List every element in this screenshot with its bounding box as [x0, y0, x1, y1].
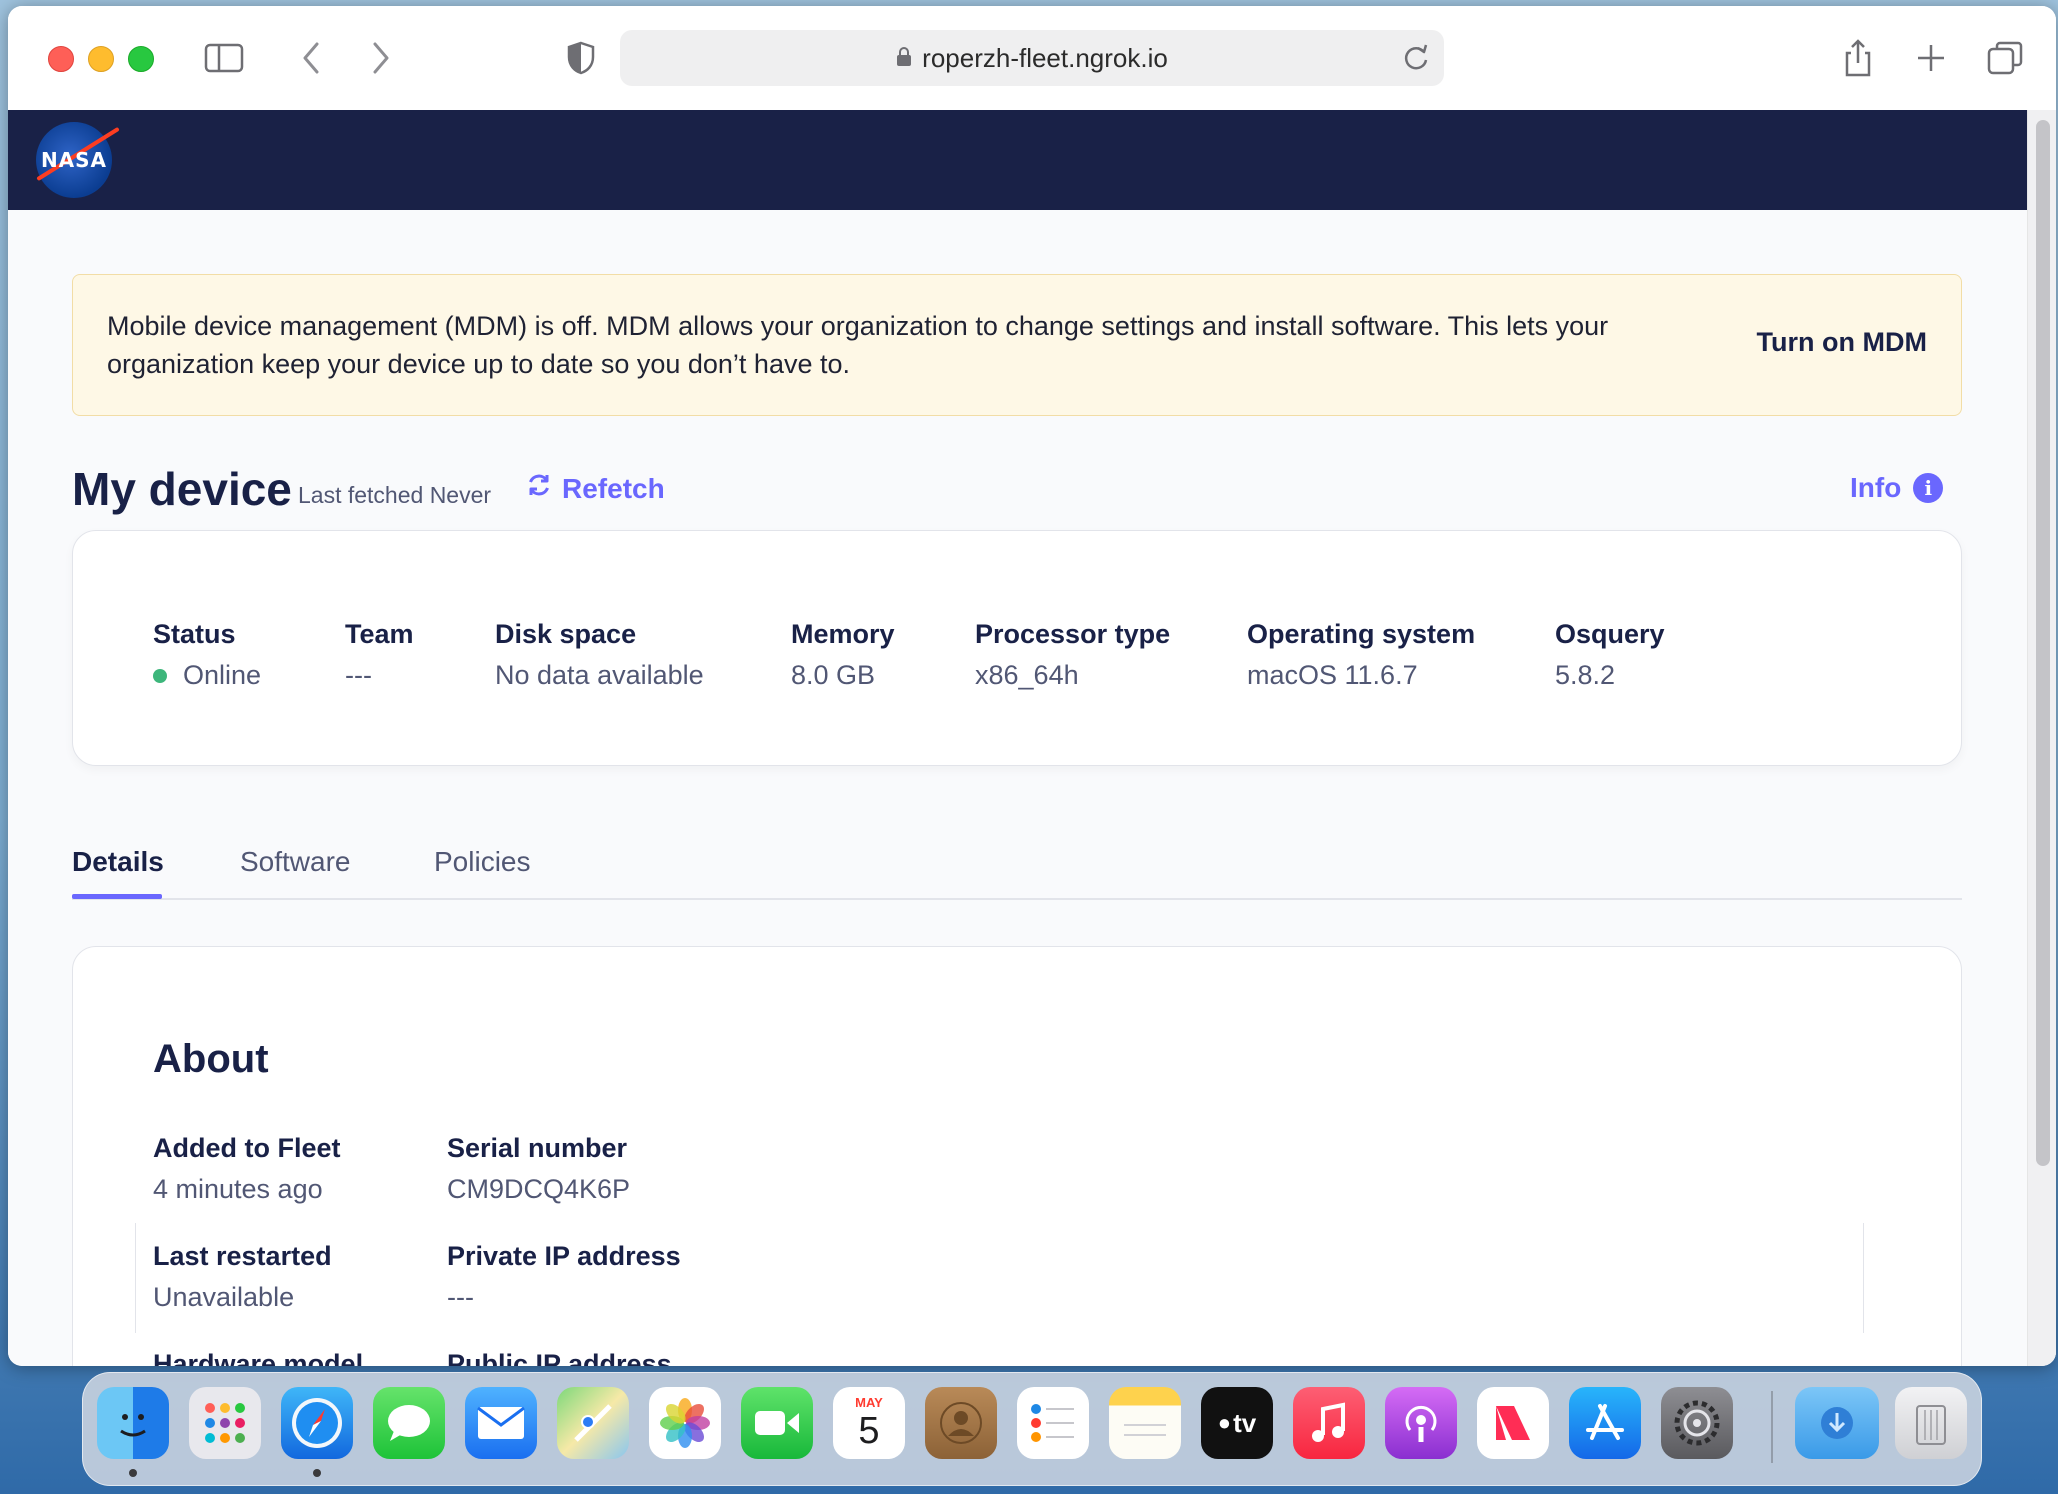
- minimize-window-button[interactable]: [88, 46, 114, 72]
- system-preferences-icon[interactable]: [1661, 1387, 1733, 1459]
- last-fetched-text: Last fetched Never: [298, 482, 492, 508]
- device-summary-card: Status Online Team --- Disk space No dat…: [72, 530, 1962, 766]
- finder-icon[interactable]: [97, 1387, 169, 1459]
- team-stat: Team ---: [345, 619, 414, 690]
- photos-icon[interactable]: [649, 1387, 721, 1459]
- nasa-logo[interactable]: NASA: [36, 122, 120, 198]
- running-indicator: [129, 1469, 137, 1477]
- podcasts-icon[interactable]: [1385, 1387, 1457, 1459]
- status-stat: Status Online: [153, 619, 262, 690]
- tab-software[interactable]: Software: [240, 846, 351, 878]
- sidebar-toggle-icon[interactable]: [202, 36, 246, 80]
- osquery-stat: Osquery 5.8.2: [1555, 619, 1665, 690]
- music-icon[interactable]: [1293, 1387, 1365, 1459]
- added-to-fleet-field: Added to Fleet 4 minutes ago: [153, 1133, 341, 1204]
- page-content: NASA Mobile device management (MDM) is o…: [8, 110, 2056, 1366]
- refetch-label: Refetch: [562, 472, 665, 504]
- online-status-icon: [153, 668, 167, 683]
- about-title: About: [153, 1037, 269, 1081]
- page-title: My device: [72, 463, 292, 515]
- hardware-model-field: Hardware model: [153, 1349, 364, 1366]
- close-window-button[interactable]: [48, 46, 74, 72]
- contacts-icon[interactable]: [925, 1387, 997, 1459]
- privacy-shield-icon[interactable]: [564, 36, 598, 80]
- calendar-day: 5: [858, 1410, 880, 1452]
- new-tab-icon[interactable]: [1914, 36, 1948, 80]
- mdm-banner-message: Mobile device management (MDM) is off. M…: [107, 311, 1609, 379]
- refresh-icon: [526, 472, 552, 505]
- zoom-window-button[interactable]: [128, 46, 154, 72]
- dock-separator: [1771, 1391, 1773, 1463]
- share-icon[interactable]: [1840, 36, 1876, 80]
- back-icon[interactable]: [296, 36, 326, 80]
- processor-stat: Processor type x86_64h: [975, 619, 1171, 690]
- app-store-icon[interactable]: [1569, 1387, 1641, 1459]
- os-stat: Operating system macOS 11.6.7: [1247, 619, 1476, 690]
- last-restarted-field: Last restarted Unavailable: [153, 1241, 332, 1312]
- turn-on-mdm-button[interactable]: Turn on MDM: [1757, 327, 1927, 358]
- safari-icon[interactable]: [281, 1387, 353, 1459]
- refetch-button[interactable]: Refetch: [526, 472, 665, 505]
- about-card: About Added to Fleet 4 minutes ago Seria…: [72, 946, 1962, 1366]
- disk-space-value: No data available: [495, 660, 704, 690]
- maps-icon[interactable]: [557, 1387, 629, 1459]
- mdm-banner: Mobile device management (MDM) is off. M…: [72, 274, 1962, 416]
- tab-policies[interactable]: Policies: [434, 846, 530, 878]
- tv-label: tv: [1233, 1407, 1257, 1438]
- mail-icon[interactable]: [465, 1387, 537, 1459]
- address-bar[interactable]: roperzh-fleet.ngrok.io: [620, 30, 1444, 86]
- osquery-value: 5.8.2: [1555, 660, 1616, 690]
- calendar-icon[interactable]: MAY 5: [833, 1387, 905, 1459]
- forward-icon[interactable]: [366, 36, 396, 80]
- running-indicator: [313, 1469, 321, 1477]
- divider: [1863, 1223, 1864, 1333]
- facetime-icon[interactable]: [741, 1387, 813, 1459]
- team-value: ---: [345, 660, 372, 690]
- apple-tv-icon[interactable]: ● tv: [1201, 1387, 1273, 1459]
- calendar-month: MAY: [855, 1395, 883, 1410]
- scrollbar-thumb[interactable]: [2036, 120, 2050, 1166]
- tab-overview-icon[interactable]: [1986, 36, 2024, 80]
- lock-icon: [896, 43, 912, 74]
- disk-space-stat: Disk space No data available: [495, 619, 704, 690]
- info-button[interactable]: Info i: [1850, 472, 1944, 504]
- public-ip-field: Public IP address: [447, 1349, 672, 1366]
- notes-icon[interactable]: [1109, 1387, 1181, 1459]
- top-navbar: NASA: [8, 110, 2028, 210]
- launchpad-icon[interactable]: [189, 1387, 261, 1459]
- memory-stat: Memory 8.0 GB: [791, 619, 895, 690]
- messages-icon[interactable]: [373, 1387, 445, 1459]
- browser-window: roperzh-fleet.ngrok.io NASA Mobile devic…: [8, 6, 2056, 1366]
- page-scrollbar[interactable]: [2027, 110, 2056, 1366]
- status-value: Online: [183, 660, 262, 690]
- downloads-folder-icon[interactable]: [1795, 1387, 1879, 1459]
- trash-icon[interactable]: [1895, 1387, 1967, 1459]
- serial-number-field: Serial number CM9DCQ4K6P: [447, 1133, 631, 1204]
- memory-value: 8.0 GB: [791, 660, 876, 690]
- tab-details[interactable]: Details: [72, 846, 164, 878]
- private-ip-field: Private IP address ---: [447, 1241, 681, 1312]
- url-text: roperzh-fleet.ngrok.io: [922, 42, 1168, 73]
- divider: [135, 1223, 136, 1333]
- active-tab-indicator: [72, 894, 162, 899]
- reload-icon[interactable]: [1402, 42, 1430, 79]
- macos-dock: MAY 5 ● tv: [82, 1372, 1982, 1486]
- browser-toolbar: roperzh-fleet.ngrok.io: [8, 6, 2056, 111]
- info-label: Info: [1850, 472, 1902, 503]
- reminders-icon[interactable]: [1017, 1387, 1089, 1459]
- info-icon: i: [1913, 473, 1944, 503]
- device-tabs: Details Software Policies: [72, 826, 1962, 900]
- os-value: macOS 11.6.7: [1247, 660, 1418, 690]
- news-icon[interactable]: [1477, 1387, 1549, 1459]
- processor-value: x86_64h: [975, 660, 1079, 690]
